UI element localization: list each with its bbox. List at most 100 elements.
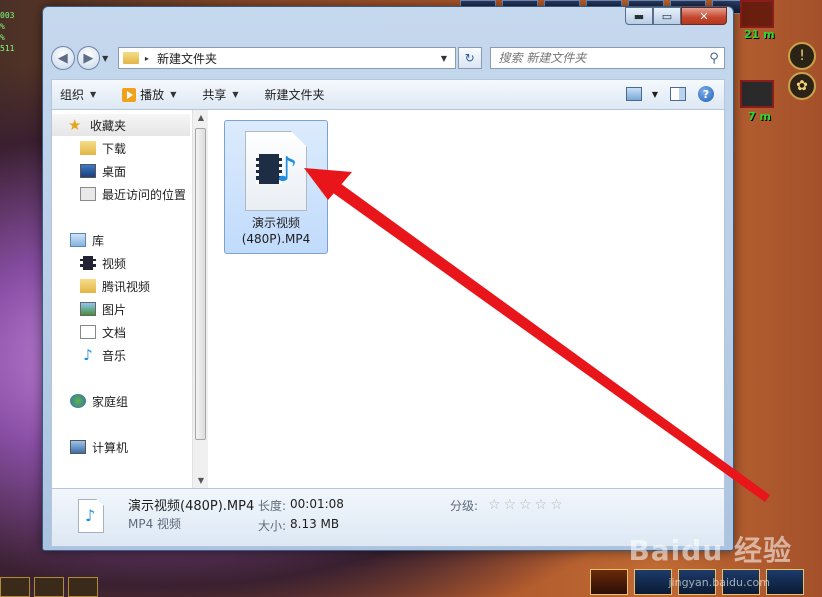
game-slot: [0, 577, 30, 597]
sidebar-item-documents[interactable]: 文档: [52, 321, 126, 343]
detail-file-name: 演示视频(480P).MP4: [128, 499, 255, 514]
hud-line: 003: [0, 11, 15, 20]
file-name: 演示视频 (480P).MP4: [242, 215, 311, 247]
game-slot: [634, 569, 672, 595]
chevron-down-icon: ▼: [90, 90, 97, 99]
organize-label: 组织: [60, 88, 85, 102]
organize-button[interactable]: 组织 ▼: [60, 86, 96, 103]
command-bar: 组织 ▼ 播放 ▼ 共享 ▼ 新建文件夹 ▼ ?: [51, 79, 725, 109]
breadcrumb-separator[interactable]: ▸: [145, 54, 149, 63]
file-name-line: (480P).MP4: [241, 232, 311, 246]
file-list: ♪ 演示视频 (480P).MP4: [208, 110, 724, 488]
libraries-icon: [70, 233, 86, 247]
target-icon: [740, 0, 774, 28]
sidebar-item-pictures[interactable]: 图片: [52, 298, 126, 320]
sidebar-item-label: 音乐: [102, 348, 127, 363]
address-dropdown[interactable]: ▼: [441, 54, 455, 63]
details-pane: 演示视频(480P).MP4 MP4 视频 长度: 00:01:08 大小: 8…: [51, 489, 725, 547]
alert-icon: !: [788, 42, 816, 70]
size-label: 大小:: [258, 519, 287, 533]
scroll-up-icon[interactable]: ▲: [193, 113, 208, 122]
sidebar-item-label: 下载: [102, 141, 127, 156]
change-view-button[interactable]: ▼: [625, 87, 658, 101]
sidebar-item-label: 文档: [102, 325, 127, 340]
size-value: 8.13 MB: [290, 517, 340, 531]
sidebar-item-label: 视频: [102, 256, 127, 271]
folder-icon: [80, 279, 96, 293]
star-icon: ★: [68, 116, 82, 134]
sidebar-item-label: 腾讯视频: [102, 279, 151, 294]
back-button[interactable]: ◀: [51, 46, 75, 70]
game-hud-right: 21 m ! 7 m ✿: [740, 0, 822, 597]
view-icon: [625, 87, 642, 101]
search-input[interactable]: [498, 51, 705, 65]
game-slot: [766, 569, 804, 595]
game-slot: [34, 577, 64, 597]
hud-line: %: [0, 33, 5, 42]
paw-icon: ✿: [788, 72, 816, 100]
distance-label: 7 m: [748, 110, 771, 123]
sidebar-item-homegroup[interactable]: 家庭组: [52, 390, 128, 412]
refresh-button[interactable]: ↻: [457, 47, 482, 69]
sidebar-item-videos[interactable]: 视频: [52, 252, 126, 274]
minimize-button[interactable]: ▬: [625, 7, 653, 25]
search-field[interactable]: ⚲: [489, 47, 726, 69]
scrollbar-thumb[interactable]: [195, 128, 206, 440]
content-area: ★ 收藏夹 下载 桌面 最近访问的位置 库 视频 腾讯视频 图片 文档 ♪ 音乐…: [51, 109, 725, 489]
search-icon[interactable]: ⚲: [704, 51, 724, 66]
explorer-window: ▬ ▭ ✕ ◀ ▶ ▼ ▸ 新建文件夹 ▼ ↻ ⚲ 组织 ▼ 播放 ▼ 共享: [42, 6, 734, 551]
forward-button[interactable]: ▶: [76, 46, 101, 70]
homegroup-icon: [70, 394, 86, 408]
chevron-down-icon: ▼: [232, 90, 239, 99]
file-thumbnail-icon: [78, 499, 104, 533]
navigation-pane: ★ 收藏夹 下载 桌面 最近访问的位置 库 视频 腾讯视频 图片 文档 ♪ 音乐…: [52, 110, 208, 488]
sidebar-item-recent[interactable]: 最近访问的位置: [52, 183, 186, 205]
maximize-button[interactable]: ▭: [653, 7, 681, 25]
sidebar-item-computer[interactable]: 计算机: [52, 436, 128, 458]
hud-line: %: [0, 22, 5, 31]
new-folder-label: 新建文件夹: [264, 88, 325, 102]
computer-icon: [70, 440, 86, 454]
view-controls: ▼ ?: [625, 86, 714, 102]
sidebar-item-downloads[interactable]: 下载: [52, 137, 126, 159]
sidebar-item-music[interactable]: ♪ 音乐: [52, 344, 126, 366]
hud-line: 511: [0, 44, 15, 53]
history-dropdown[interactable]: ▼: [102, 54, 114, 63]
music-icon: ♪: [83, 346, 93, 364]
detail-file-type: MP4 视频: [128, 517, 182, 531]
downloads-folder-icon: [80, 141, 96, 155]
pictures-icon: [80, 302, 96, 316]
play-label: 播放: [140, 88, 165, 102]
sidebar-item-label: 家庭组: [92, 394, 129, 409]
help-button[interactable]: ?: [698, 86, 714, 102]
recent-places-icon: [80, 187, 96, 201]
game-slot: [68, 577, 98, 597]
video-file-icon: ♪: [245, 131, 307, 211]
game-hud-left: 003 % % 511: [0, 10, 40, 54]
desktop-icon: [80, 164, 96, 178]
chevron-down-icon: ▼: [651, 89, 658, 99]
baidu-watermark: Baidu 经验: [628, 534, 792, 567]
game-action-bar-bottom-left: [0, 577, 130, 597]
chevron-down-icon: ▼: [170, 90, 177, 99]
sidebar-item-label: 最近访问的位置: [102, 187, 187, 202]
distance-label: 21 m: [744, 28, 775, 41]
preview-pane-button[interactable]: [670, 87, 686, 101]
breadcrumb-current[interactable]: 新建文件夹: [157, 50, 441, 67]
sidebar-item-label: 图片: [102, 302, 127, 317]
file-item[interactable]: ♪ 演示视频 (480P).MP4: [224, 120, 328, 254]
address-bar[interactable]: ▸ 新建文件夹 ▼: [117, 47, 456, 69]
sidebar-item-libraries[interactable]: 库: [52, 229, 104, 251]
sidebar-item-desktop[interactable]: 桌面: [52, 160, 126, 182]
play-button[interactable]: 播放 ▼: [122, 86, 176, 103]
rating-stars[interactable]: ☆☆☆☆☆: [488, 497, 566, 513]
new-folder-button[interactable]: 新建文件夹: [265, 86, 325, 103]
sidebar-item-favorites[interactable]: ★ 收藏夹: [52, 114, 190, 136]
close-button[interactable]: ✕: [681, 7, 727, 25]
scroll-down-icon[interactable]: ▼: [193, 476, 208, 485]
sidebar-item-tencent-video[interactable]: 腾讯视频: [52, 275, 150, 297]
watermark-url: jingyan.baidu.com: [668, 576, 770, 589]
share-button[interactable]: 共享 ▼: [202, 86, 238, 103]
nav-scrollbar[interactable]: ▲ ▼: [192, 110, 208, 488]
sidebar-item-label: 桌面: [102, 164, 127, 179]
